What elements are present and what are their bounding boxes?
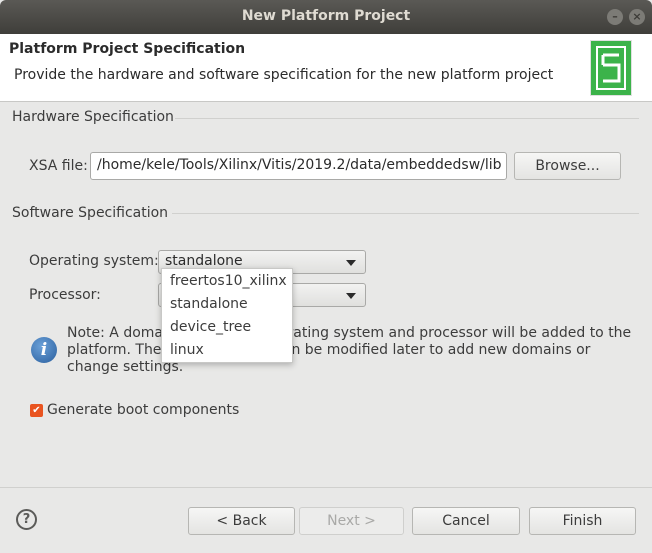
- close-icon[interactable]: ×: [629, 9, 645, 25]
- os-option-freertos[interactable]: freertos10_xilinx: [170, 273, 287, 289]
- os-label: Operating system:: [29, 253, 159, 269]
- info-icon: i: [31, 337, 57, 363]
- hardware-section-label: Hardware Specification: [12, 109, 174, 125]
- note-line1-right: erating system and processor will be add…: [278, 325, 632, 341]
- dropdown-arrow-icon: [346, 293, 356, 299]
- os-option-standalone[interactable]: standalone: [170, 296, 248, 312]
- checkbox-checked-icon[interactable]: ✔: [30, 404, 43, 417]
- os-option-linux[interactable]: linux: [170, 342, 204, 358]
- os-option-device-tree[interactable]: device_tree: [170, 319, 251, 335]
- os-selected-value: standalone: [165, 253, 243, 269]
- browse-button[interactable]: Browse...: [514, 152, 621, 180]
- window-title: New Platform Project: [241, 8, 411, 24]
- note-line1-left: Note: A domai: [67, 325, 167, 341]
- button-bar-separator: [0, 487, 652, 488]
- platform-logo-icon: [590, 40, 632, 96]
- software-section-label: Software Specification: [12, 205, 169, 221]
- software-separator: [172, 213, 639, 214]
- help-icon[interactable]: ?: [16, 509, 37, 530]
- minimize-icon[interactable]: –: [607, 9, 623, 25]
- wizard-header: Platform Project Specification Provide t…: [0, 34, 652, 102]
- cancel-button[interactable]: Cancel: [412, 507, 520, 535]
- note-text: Note: A domai erating system and processo…: [67, 325, 637, 376]
- page-title: Platform Project Specification: [9, 41, 246, 57]
- page-description: Provide the hardware and software specif…: [14, 67, 554, 83]
- processor-label: Processor:: [29, 287, 101, 303]
- finish-button[interactable]: Finish: [529, 507, 636, 535]
- next-button[interactable]: Next >: [299, 507, 404, 535]
- os-dropdown-list: freertos10_xilinx standalone device_tree…: [161, 268, 293, 363]
- generate-boot-label[interactable]: Generate boot components: [47, 402, 239, 418]
- xsa-file-input[interactable]: /home/kele/Tools/Xilinx/Vitis/2019.2/dat…: [90, 152, 507, 180]
- note-line2-right: n be modified later to add new domains o…: [291, 342, 591, 358]
- dropdown-arrow-icon: [346, 260, 356, 266]
- note-line2-left: platform. The: [67, 342, 162, 358]
- xsa-label: XSA file:: [29, 158, 88, 174]
- title-bar: New Platform Project – ×: [0, 0, 652, 34]
- back-button[interactable]: < Back: [188, 507, 295, 535]
- hardware-separator: [175, 118, 639, 119]
- note-line3: change settings.: [67, 359, 184, 375]
